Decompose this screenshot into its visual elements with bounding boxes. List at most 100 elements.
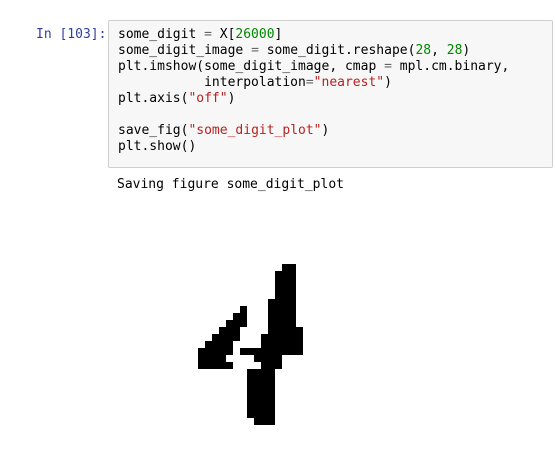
digit-pixel (275, 306, 282, 313)
digit-pixel (212, 348, 219, 355)
code-line: interpolation="nearest") (118, 75, 509, 91)
digit-pixel (289, 320, 296, 327)
cell-prompt: In [103]: (36, 27, 107, 42)
code-token: plt.show() (118, 139, 197, 154)
digit-pixel (261, 334, 268, 341)
code-line: plt.show() (118, 139, 509, 155)
digit-pixel (240, 306, 247, 313)
digit-pixel (247, 376, 254, 383)
digit-pixel (219, 341, 226, 348)
code-token: ) (462, 43, 471, 58)
cell-output: Saving figure some_digit_plot (117, 177, 344, 192)
digit-pixel (282, 264, 289, 271)
digit-pixel (268, 306, 275, 313)
digit-pixel (268, 397, 275, 404)
digit-pixel (247, 397, 254, 404)
digit-pixel (282, 348, 289, 355)
digit-pixel (254, 390, 261, 397)
code-token: save_fig( (118, 123, 189, 138)
digit-pixel (275, 362, 282, 369)
digit-pixel (198, 348, 205, 355)
digit-pixel (254, 369, 261, 376)
digit-pixel (275, 292, 282, 299)
code-token: plt.axis( (118, 91, 189, 106)
digit-pixel (254, 355, 261, 362)
digit-pixel (205, 355, 212, 362)
digit-pixel (247, 348, 254, 355)
digit-pixel (268, 362, 275, 369)
digit-pixel (247, 390, 254, 397)
digit-pixel (275, 313, 282, 320)
digit-pixel (261, 411, 268, 418)
digit-pixel (268, 418, 275, 425)
code-editor[interactable]: some_digit = X[26000] some_digit_image = … (118, 27, 509, 155)
digit-pixel (275, 285, 282, 292)
digit-pixel (289, 334, 296, 341)
digit-pixel (282, 313, 289, 320)
digit-pixel (219, 348, 226, 355)
digit-pixel (275, 327, 282, 334)
code-token: 26000 (235, 27, 275, 42)
digit-pixel (233, 313, 240, 320)
digit-pixel (275, 320, 282, 327)
digit-pixel (247, 369, 254, 376)
digit-pixel (289, 285, 296, 292)
digit-pixel (205, 341, 212, 348)
digit-pixel (275, 278, 282, 285)
digit-pixel (261, 348, 268, 355)
digit-pixel (268, 383, 275, 390)
code-token: = (251, 43, 259, 58)
digit-pixel (282, 327, 289, 334)
code-line: plt.axis("off") (118, 91, 509, 107)
digit-pixel (254, 376, 261, 383)
digit-pixel (289, 313, 296, 320)
digit-pixel (226, 341, 233, 348)
digit-pixel (282, 306, 289, 313)
code-token: 28 (415, 43, 432, 58)
digit-image (198, 264, 303, 425)
code-line: some_digit_image = some_digit.reshape(28… (118, 43, 509, 59)
digit-pixel (226, 320, 233, 327)
digit-pixel (261, 369, 268, 376)
code-cell[interactable]: some_digit = X[26000] some_digit_image = … (108, 20, 553, 168)
digit-pixel (289, 348, 296, 355)
digit-pixel (275, 271, 282, 278)
code-token: = (305, 75, 314, 90)
digit-pixel (282, 278, 289, 285)
digit-pixel (254, 418, 261, 425)
digit-pixel (296, 341, 303, 348)
code-line: some_digit = X[26000] (118, 27, 509, 43)
digit-pixel (212, 355, 219, 362)
digit-pixel (198, 362, 205, 369)
digit-pixel (233, 334, 240, 341)
digit-pixel (219, 327, 226, 334)
digit-pixel (282, 334, 289, 341)
digit-pixel (289, 306, 296, 313)
code-token: interpolation (118, 75, 306, 90)
digit-pixel (247, 411, 254, 418)
digit-pixel (296, 348, 303, 355)
digit-pixel (226, 327, 233, 334)
digit-pixel (275, 348, 282, 355)
digit-pixel (296, 334, 303, 341)
digit-pixel (226, 334, 233, 341)
digit-pixel (261, 383, 268, 390)
digit-pixel (275, 341, 282, 348)
digit-pixel (282, 320, 289, 327)
digit-pixel (233, 327, 240, 334)
digit-pixel (254, 411, 261, 418)
digit-pixel (268, 313, 275, 320)
digit-pixel (261, 355, 268, 362)
digit-pixel (268, 355, 275, 362)
code-token: some_digit_image (118, 43, 252, 58)
code-token: mpl.cm.binary, (391, 59, 510, 74)
digit-pixel (261, 404, 268, 411)
code-token: 28 (446, 43, 463, 58)
code-token: = (204, 27, 212, 42)
digit-pixel (254, 383, 261, 390)
code-token: some_digit.reshape( (258, 43, 416, 58)
code-line: save_fig("some_digit_plot") (118, 123, 509, 139)
code-token: ) (384, 75, 392, 90)
digit-pixel (282, 285, 289, 292)
